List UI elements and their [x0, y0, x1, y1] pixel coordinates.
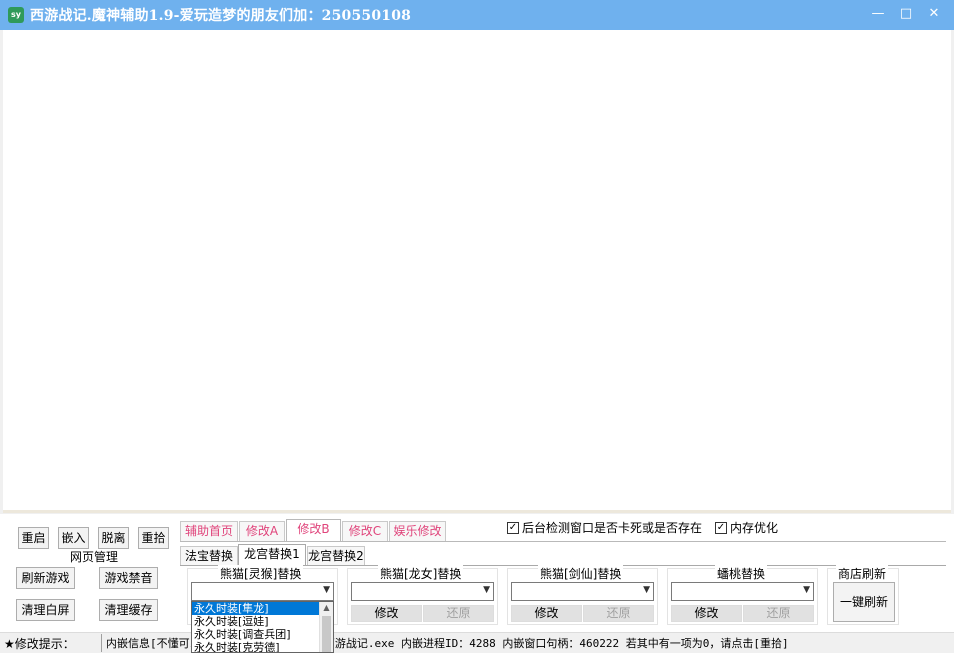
one-click-refresh-button[interactable]: 一键刷新: [833, 582, 895, 622]
title-bar: sy 西游战记.魔神辅助1.9-爱玩造梦的朋友们加：250550108 — □ …: [0, 0, 954, 30]
clear-cache-button[interactable]: 清理缓存: [99, 599, 158, 621]
memory-optimize-checkbox[interactable]: ✓ 内存优化: [715, 519, 778, 536]
reset-button[interactable]: 重拾: [138, 527, 169, 549]
tab-divider: [180, 541, 946, 542]
mute-game-button[interactable]: 游戏禁音: [99, 567, 158, 589]
group-title: 商店刷新: [836, 565, 889, 582]
chevron-down-icon: ▼: [643, 585, 650, 595]
restore-button[interactable]: 还原: [743, 605, 814, 622]
panda-dragon-girl-select[interactable]: ▼: [351, 582, 494, 601]
tab-modify-c[interactable]: 修改C: [342, 521, 388, 541]
clear-white-screen-button[interactable]: 清理白屏: [16, 599, 75, 621]
embedded-game-area[interactable]: [3, 30, 951, 513]
dropdown-option[interactable]: 永久时装[调查兵团]: [192, 628, 319, 641]
group-title: 熊猫[剑仙]替换: [538, 565, 624, 582]
status-divider: [101, 634, 102, 652]
background-check-checkbox[interactable]: ✓ 后台检测窗口是否卡死或是否存在: [507, 519, 702, 536]
chevron-down-icon: ▼: [323, 585, 330, 595]
modify-button[interactable]: 修改: [351, 605, 422, 622]
embed-button[interactable]: 嵌入: [58, 527, 89, 549]
app-icon: sy: [8, 7, 24, 23]
dropdown-option[interactable]: 永久时装[隼龙]: [192, 602, 319, 615]
status-bar: ★修改提示： 内嵌信息[不懂可以忽略]：当前内嵌游戏为—西游战记.exe 内嵌进…: [0, 632, 954, 653]
tab-modify-a[interactable]: 修改A: [239, 521, 285, 541]
dropdown-option[interactable]: 永久时装[克劳德]: [192, 641, 319, 652]
group-title: 熊猫[龙女]替换: [378, 565, 464, 582]
refresh-game-button[interactable]: 刷新游戏: [16, 567, 75, 589]
close-button[interactable]: ✕: [920, 4, 948, 24]
peach-select[interactable]: ▼: [671, 582, 814, 601]
subtab-dragon-palace-1[interactable]: 龙宫替换1: [238, 544, 306, 566]
subtab-treasure[interactable]: 法宝替换: [180, 546, 238, 565]
background-check-label: 后台检测窗口是否卡死或是否存在: [522, 521, 703, 535]
maximize-button[interactable]: □: [892, 4, 920, 24]
status-label: ★修改提示：: [4, 637, 75, 651]
chevron-down-icon: ▼: [483, 585, 490, 595]
restore-button[interactable]: 还原: [583, 605, 654, 622]
restore-button[interactable]: 还原: [423, 605, 494, 622]
group-title: 熊猫[灵猴]替换: [218, 565, 304, 582]
tab-home[interactable]: 辅助首页: [180, 521, 238, 541]
window-title: 西游战记.魔神辅助1.9-爱玩造梦的朋友们加：250550108: [30, 8, 412, 24]
tab-entertainment[interactable]: 娱乐修改: [389, 521, 446, 541]
detach-button[interactable]: 脱离: [98, 527, 129, 549]
modify-button[interactable]: 修改: [511, 605, 582, 622]
scroll-up-icon[interactable]: ▲: [320, 602, 333, 614]
restart-button[interactable]: 重启: [18, 527, 49, 549]
minimize-button[interactable]: —: [864, 4, 892, 24]
chevron-down-icon: ▼: [803, 585, 810, 595]
panda-sword-select[interactable]: ▼: [511, 582, 654, 601]
check-icon: ✓: [715, 521, 727, 534]
tab-modify-b[interactable]: 修改B: [286, 519, 341, 542]
modify-button[interactable]: 修改: [671, 605, 742, 622]
subtab-dragon-palace-2[interactable]: 龙宫替换2: [307, 546, 365, 565]
group-title: 蟠桃替换: [715, 565, 768, 582]
scroll-thumb[interactable]: [322, 616, 331, 652]
dropdown-scrollbar[interactable]: ▲: [319, 602, 333, 652]
check-icon: ✓: [507, 521, 519, 534]
web-manage-label: 网页管理: [70, 550, 119, 564]
dropdown-option[interactable]: 永久时装[逗娃]: [192, 615, 319, 628]
panda-monkey-select[interactable]: ▼: [191, 582, 334, 601]
costume-dropdown-list[interactable]: 永久时装[隼龙] 永久时装[逗娃] 永久时装[调查兵团] 永久时装[克劳德] ▲: [191, 601, 334, 653]
memory-optimize-label: 内存优化: [730, 521, 779, 535]
